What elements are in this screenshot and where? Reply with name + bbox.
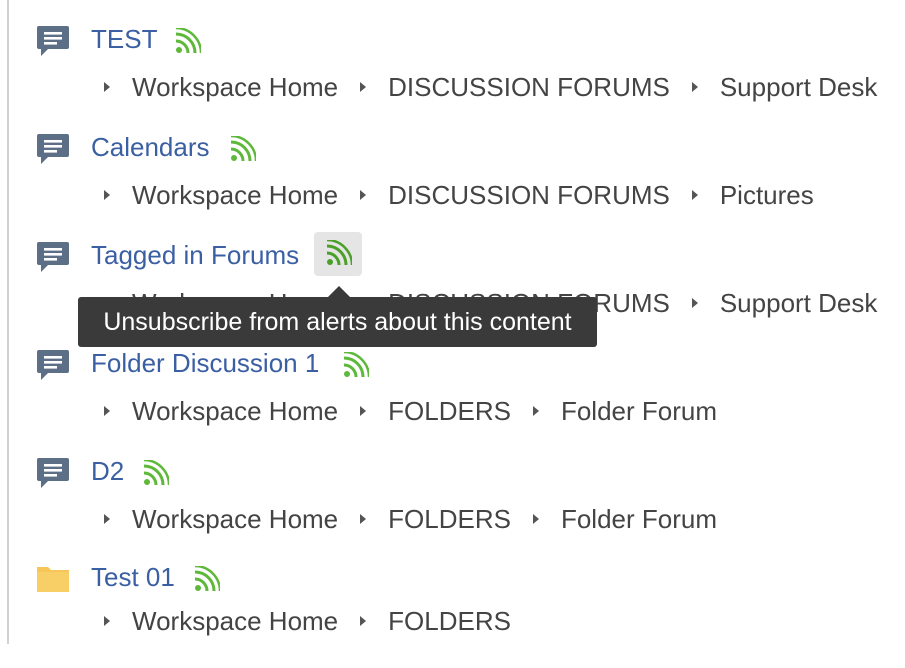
tooltip-arrow — [328, 286, 350, 297]
breadcrumb-link[interactable]: Support Desk — [720, 288, 878, 319]
item-title-link[interactable]: Calendars — [91, 132, 210, 162]
item-title-link[interactable]: Tagged in Forums — [91, 240, 299, 270]
rss-subscribe-button[interactable] — [131, 452, 179, 496]
breadcrumb-link[interactable]: Workspace Home — [132, 606, 338, 637]
breadcrumb-link[interactable]: Folder Forum — [561, 504, 717, 535]
breadcrumb-link[interactable]: Workspace Home — [132, 72, 338, 103]
rss-unsubscribe-button[interactable] — [314, 232, 362, 276]
breadcrumb-arrow-icon — [104, 616, 110, 626]
breadcrumb-link[interactable]: FOLDERS — [388, 396, 511, 427]
breadcrumb-arrow-icon — [104, 514, 110, 524]
breadcrumb-arrow-icon — [360, 406, 367, 416]
item-title-link[interactable]: TEST — [91, 24, 157, 54]
list-item: Calendars Workspace Home DISCUSSION FORU… — [0, 128, 905, 238]
breadcrumb-link[interactable]: Workspace Home — [132, 396, 338, 427]
breadcrumb-arrow-icon — [360, 190, 367, 200]
rss-subscribe-button[interactable] — [163, 20, 211, 64]
item-title-link[interactable]: Test 01 — [91, 562, 175, 592]
breadcrumb: Workspace Home DISCUSSION FORUMS Picture… — [104, 178, 836, 212]
breadcrumb-link[interactable]: DISCUSSION FORUMS — [388, 180, 670, 211]
breadcrumb-link[interactable]: Workspace Home — [132, 504, 338, 535]
discussion-icon — [36, 348, 70, 382]
breadcrumb: Workspace Home FOLDERS Folder Forum — [104, 502, 739, 536]
list-item: D2 Workspace Home FOLDERS Folder Forum — [0, 452, 905, 562]
breadcrumb-link[interactable]: FOLDERS — [388, 606, 511, 637]
item-title-link[interactable]: Folder Discussion 1 — [91, 348, 319, 378]
discussion-icon — [36, 456, 70, 490]
breadcrumb-arrow-icon — [532, 406, 539, 416]
breadcrumb: Workspace Home DISCUSSION FORUMS Support… — [104, 70, 899, 104]
folder-icon — [36, 562, 70, 596]
breadcrumb-arrow-icon — [104, 82, 110, 92]
breadcrumb-link[interactable]: Support Desk — [720, 72, 878, 103]
breadcrumb-link[interactable]: Folder Forum — [561, 396, 717, 427]
breadcrumb-arrow-icon — [360, 514, 367, 524]
breadcrumb-arrow-icon — [104, 406, 110, 416]
rss-subscribe-button[interactable] — [182, 558, 230, 602]
discussion-icon — [36, 240, 70, 274]
breadcrumb-arrow-icon — [360, 82, 367, 92]
list-item: Folder Discussion 1 Workspace Home FOLDE… — [0, 344, 905, 454]
breadcrumb: Workspace Home FOLDERS — [104, 604, 533, 638]
breadcrumb-arrow-icon — [691, 82, 698, 92]
breadcrumb-arrow-icon — [691, 298, 698, 308]
discussion-icon — [36, 24, 70, 58]
breadcrumb-link[interactable]: Workspace Home — [132, 180, 338, 211]
breadcrumb-arrow-icon — [360, 616, 367, 626]
list-item: TEST Workspace Home DISCUSSION FORUMS Su… — [0, 20, 905, 130]
breadcrumb-link[interactable]: FOLDERS — [388, 504, 511, 535]
breadcrumb-link[interactable]: DISCUSSION FORUMS — [388, 72, 670, 103]
rss-subscribe-button[interactable] — [218, 128, 266, 172]
rss-subscribe-button[interactable] — [331, 344, 379, 388]
item-title-link[interactable]: D2 — [91, 456, 124, 486]
breadcrumb: Workspace Home FOLDERS Folder Forum — [104, 394, 739, 428]
list-item: Test 01 Workspace Home FOLDERS — [0, 558, 905, 668]
tooltip: Unsubscribe from alerts about this conte… — [78, 297, 597, 347]
discussion-icon — [36, 132, 70, 166]
breadcrumb-arrow-icon — [104, 190, 110, 200]
breadcrumb-link[interactable]: Pictures — [720, 180, 814, 211]
breadcrumb-arrow-icon — [532, 514, 539, 524]
breadcrumb-arrow-icon — [691, 190, 698, 200]
